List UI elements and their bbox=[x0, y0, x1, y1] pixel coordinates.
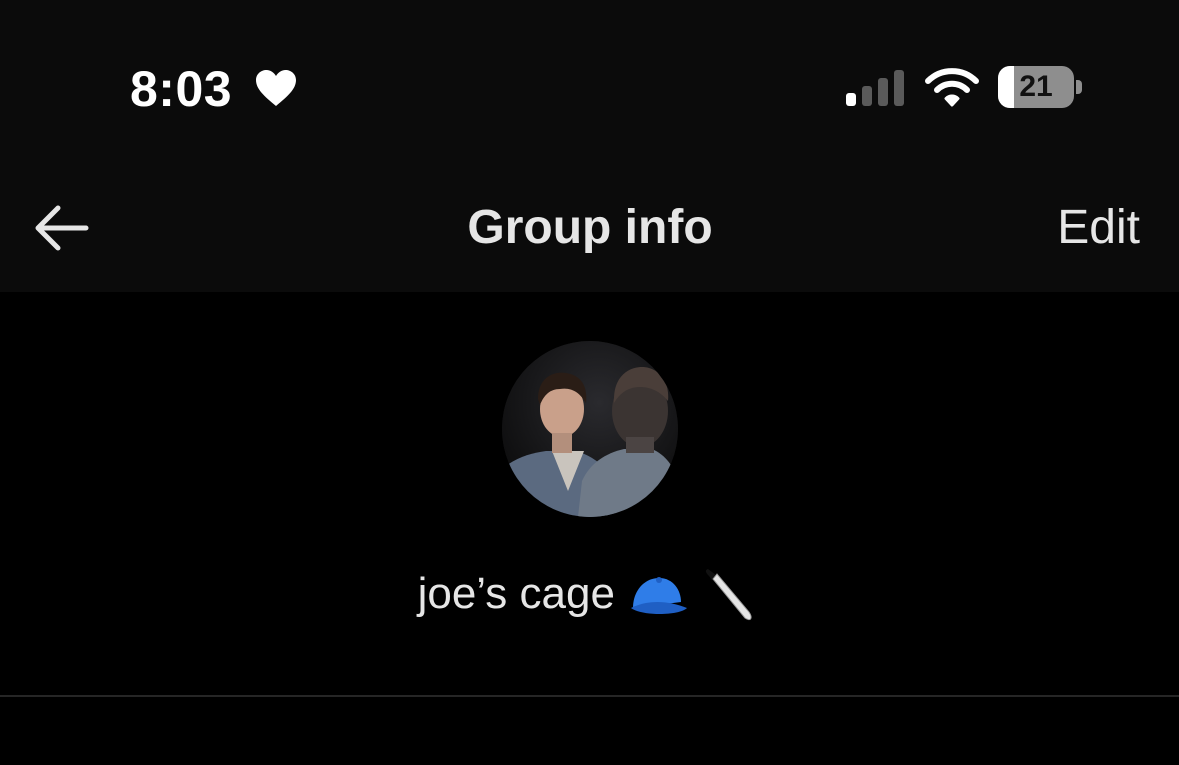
group-avatar[interactable] bbox=[502, 341, 678, 517]
wifi-icon bbox=[925, 68, 979, 107]
status-time: 8:03 bbox=[130, 61, 233, 117]
section-divider bbox=[0, 695, 1179, 697]
battery-level: 21 bbox=[1019, 70, 1053, 103]
battery-cap bbox=[1076, 80, 1082, 94]
cap-emoji bbox=[631, 577, 688, 615]
group-name[interactable]: joe’s cage bbox=[300, 566, 879, 626]
group-photo bbox=[502, 341, 678, 517]
group-name-text: joe’s cage bbox=[417, 569, 615, 618]
cellular-signal-icon bbox=[846, 70, 904, 106]
knife-emoji bbox=[706, 569, 752, 621]
heart-icon bbox=[256, 70, 296, 106]
back-arrow-icon bbox=[35, 205, 89, 251]
back-button[interactable] bbox=[28, 196, 94, 260]
battery-icon: 21 bbox=[998, 66, 1084, 108]
battery-body: 21 bbox=[998, 66, 1074, 108]
edit-button[interactable]: Edit bbox=[1030, 200, 1140, 256]
page-title: Group info bbox=[467, 201, 713, 254]
